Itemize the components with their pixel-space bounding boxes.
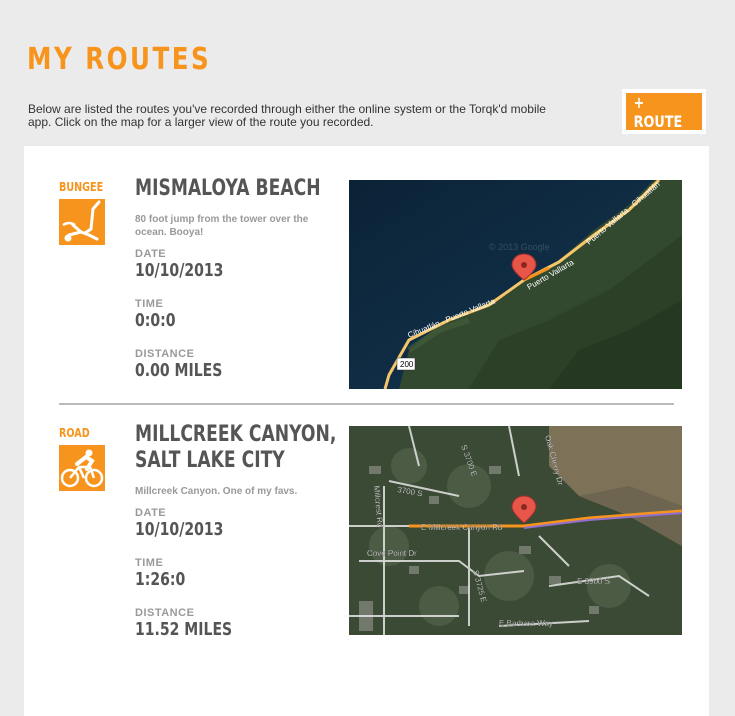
date-value: 10/10/2013 xyxy=(135,519,224,540)
intro-text: Below are listed the routes you've recor… xyxy=(28,102,546,129)
bungee-icon xyxy=(59,199,105,245)
add-route-label: + ROUTE xyxy=(633,92,683,131)
distance-label: DISTANCE xyxy=(135,607,195,619)
map-label: E 3900 S xyxy=(577,577,610,586)
time-value: 0:0:0 xyxy=(135,310,176,331)
date-label: DATE xyxy=(135,507,167,519)
time-label: TIME xyxy=(135,557,164,569)
route-type-label: ROAD xyxy=(59,426,90,440)
route-divider xyxy=(59,403,674,405)
time-label: TIME xyxy=(135,298,164,310)
add-route-button[interactable]: + ROUTE xyxy=(622,89,706,134)
highway-shield: 200 xyxy=(400,360,414,369)
date-label: DATE xyxy=(135,248,167,260)
routes-panel: BUNGEE MISMALOYA BEACH 80 foot jump from… xyxy=(24,146,709,716)
road-bike-icon xyxy=(59,445,105,491)
date-value: 10/10/2013 xyxy=(135,260,224,281)
time-value: 1:26:0 xyxy=(135,569,186,590)
route-type-label: BUNGEE xyxy=(59,180,104,194)
route-title: MISMALOYA BEACH xyxy=(135,176,321,201)
page-title: MY ROUTES xyxy=(27,42,212,77)
distance-value: 0.00 MILES xyxy=(135,360,223,381)
map-label: E Barbara Way xyxy=(499,619,553,628)
map-copyright: © 2013 Google xyxy=(489,242,550,252)
map-label: E Millcreek Canyon Rd xyxy=(421,523,502,532)
route-description: 80 foot jump from the tower over the oce… xyxy=(135,214,309,238)
distance-label: DISTANCE xyxy=(135,348,195,360)
route-title: MILLCREEK CANYON, SALT LAKE CITY xyxy=(135,422,337,473)
map-label: Cove Point Dr xyxy=(367,549,417,558)
distance-value: 11.52 MILES xyxy=(135,619,233,640)
route-description: Millcreek Canyon. One of my favs. xyxy=(135,486,298,497)
route-map[interactable]: E Millcreek Canyon Rd 3700 S Cove Point … xyxy=(349,426,682,635)
route-map[interactable]: Puerto Vallarta - Cihuatlán Puerto Valla… xyxy=(349,180,682,389)
